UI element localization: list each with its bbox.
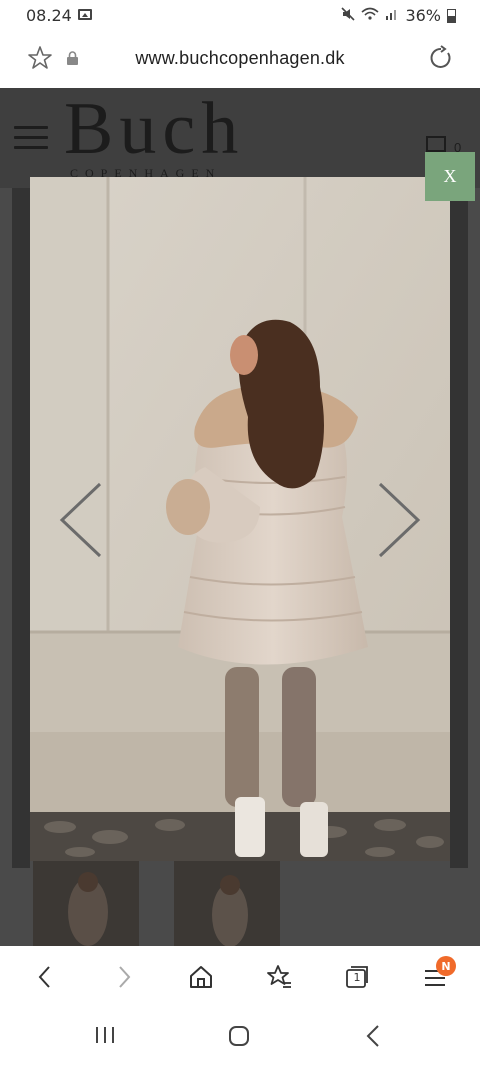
tabs-icon[interactable]: 1 (342, 962, 372, 992)
page-edge-left (12, 188, 30, 868)
status-icons: 36% (341, 6, 456, 25)
status-bar: 08.24 36% (0, 0, 480, 32)
logo[interactable]: Buch (64, 92, 244, 166)
status-time: 08.24 (26, 6, 72, 25)
system-nav-bar (0, 1008, 480, 1067)
notification-badge: N (436, 956, 456, 976)
reload-icon[interactable] (428, 45, 454, 71)
browser-toolbar: 1 (0, 946, 480, 1008)
back-icon[interactable] (30, 962, 60, 992)
thumbnail-strip (0, 860, 480, 946)
battery-percent: 36% (405, 6, 441, 25)
signal-icon (385, 7, 399, 25)
gallery-icon (78, 9, 92, 20)
thumbnail-1[interactable] (33, 860, 139, 946)
url-bar: www.buchcopenhagen.dk (0, 32, 480, 88)
tab-count: 1 (353, 970, 361, 984)
home-circle-icon[interactable] (228, 1025, 250, 1047)
cart-icon[interactable] (426, 136, 446, 152)
bookmarks-icon[interactable] (264, 962, 294, 992)
hamburger-menu-icon[interactable] (14, 126, 48, 150)
wifi-icon (361, 7, 379, 25)
forward-icon[interactable] (109, 962, 139, 992)
site-header: Buch COPENHAGEN 0 (0, 88, 480, 188)
close-button[interactable]: X (425, 152, 475, 201)
home-icon[interactable] (186, 962, 216, 992)
url-text[interactable]: www.buchcopenhagen.dk (0, 48, 480, 69)
battery-icon (447, 8, 456, 23)
mute-icon (341, 6, 356, 25)
nav-back-icon[interactable] (364, 1024, 382, 1048)
chevron-left-icon[interactable] (56, 482, 106, 558)
chevron-right-icon[interactable] (374, 482, 424, 558)
recents-icon[interactable] (94, 1025, 116, 1045)
thumbnail-2[interactable] (174, 860, 280, 946)
page-edge-right (450, 188, 468, 868)
